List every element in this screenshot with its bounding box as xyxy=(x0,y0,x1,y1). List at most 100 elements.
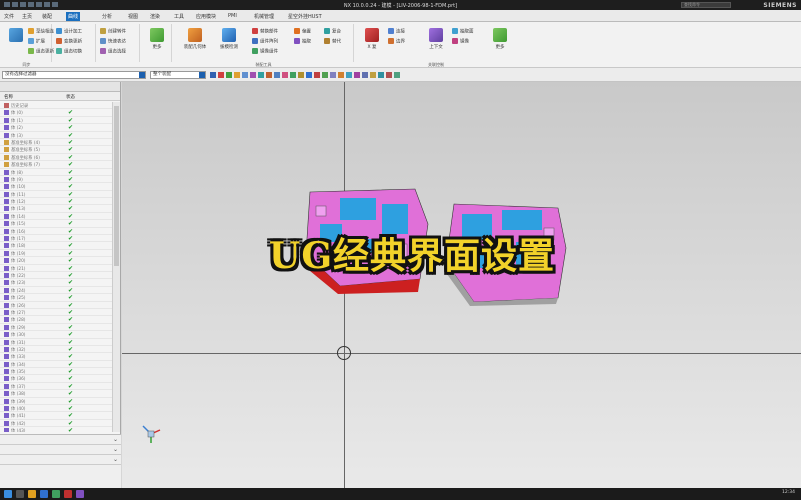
section-details[interactable]: ⌄ xyxy=(0,445,121,455)
tree-row[interactable]: 体 (43) ✔ xyxy=(0,427,112,432)
ribbon-item-2[interactable]: 组态更新 xyxy=(28,48,54,56)
taskbar-app-icon[interactable] xyxy=(64,490,72,498)
tree-row[interactable]: 体 (40) ✔ xyxy=(0,405,112,413)
tab-11[interactable]: 星空外挂HUST xyxy=(286,12,324,21)
ribbon-big-more[interactable]: 更多 xyxy=(488,28,512,50)
ribbon-item-5[interactable]: 组态切换 xyxy=(56,48,82,56)
taskbar-app-icon[interactable] xyxy=(28,490,36,498)
tree-row[interactable]: 体 (2) ✔ xyxy=(0,124,112,132)
ribbon-big-0[interactable]: 装配几何体 xyxy=(178,28,212,50)
tree-row[interactable]: 体 (18) ✔ xyxy=(0,242,112,250)
tree-row[interactable]: 体 (15) ✔ xyxy=(0,220,112,228)
taskbar-app-icon[interactable] xyxy=(16,490,24,498)
ribbon-item-19[interactable]: 镜像 xyxy=(452,38,469,46)
ribbon-item-4[interactable]: 变换更新 xyxy=(56,38,82,46)
taskbar-app-icon[interactable] xyxy=(76,490,84,498)
snap-icon[interactable] xyxy=(250,72,256,78)
tree-row[interactable]: 体 (21) ✔ xyxy=(0,265,112,272)
tab-6[interactable]: 渲染 xyxy=(148,12,162,21)
tree-row[interactable]: 基准坐标系 (6) ✔ xyxy=(0,154,112,162)
tab-2[interactable]: 装配 xyxy=(40,12,54,21)
tree-row[interactable]: 体 (23) ✔ xyxy=(0,279,112,287)
column-status[interactable]: 状态 xyxy=(66,94,75,100)
tab-3[interactable]: 曲线 xyxy=(66,12,81,21)
snap-icon[interactable] xyxy=(306,72,312,78)
ribbon-item-8[interactable]: 组态选择 xyxy=(100,48,126,56)
tree-row[interactable]: 体 (10) ✔ xyxy=(0,183,112,191)
ribbon-item-18[interactable]: 抽取面 xyxy=(452,28,474,36)
snap-icon[interactable] xyxy=(370,72,376,78)
type-filter-combo[interactable]: 没有选择过滤器 xyxy=(2,71,146,79)
tree-row[interactable]: 体 (19) ✔ xyxy=(0,250,112,258)
ribbon-item-3[interactable]: 设计加工 xyxy=(56,28,82,36)
tree-row[interactable]: 体 (0) ✔ xyxy=(0,109,112,117)
tab-4[interactable]: 分析 xyxy=(100,12,114,21)
more-button[interactable]: 更多 xyxy=(145,28,169,50)
tree-row[interactable]: 体 (3) ✔ xyxy=(0,132,112,139)
tree-row[interactable]: 体 (42) ✔ xyxy=(0,420,112,428)
tree-row[interactable]: 体 (9) ✔ xyxy=(0,176,112,184)
tree-row[interactable]: 体 (35) ✔ xyxy=(0,368,112,376)
ribbon-big-2[interactable]: X 复 xyxy=(360,28,384,50)
snap-icon[interactable] xyxy=(354,72,360,78)
snap-icons[interactable] xyxy=(210,72,402,79)
section-preview[interactable]: ⌄ xyxy=(0,455,121,465)
ribbon-item-7[interactable]: 快速表达 xyxy=(100,38,126,46)
tree-row[interactable]: 体 (39) ✔ xyxy=(0,398,112,406)
column-name[interactable]: 名称 xyxy=(4,94,13,100)
tree-row[interactable]: 体 (13) ✔ xyxy=(0,205,112,213)
tree-row[interactable]: 体 (41) ✔ xyxy=(0,412,112,420)
snap-icon[interactable] xyxy=(242,72,248,78)
snap-icon[interactable] xyxy=(290,72,296,78)
tree-row[interactable]: 体 (24) ✔ xyxy=(0,287,112,295)
snap-icon[interactable] xyxy=(210,72,216,78)
scrollbar-thumb[interactable] xyxy=(114,106,119,266)
taskbar-app-icon[interactable] xyxy=(40,490,48,498)
ribbon-big-3[interactable]: 上下文 xyxy=(424,28,448,50)
taskbar-app-icon[interactable] xyxy=(52,490,60,498)
ribbon-item-9[interactable]: 替换部件 xyxy=(252,28,278,36)
tree-row[interactable]: 历史记录 xyxy=(0,102,112,110)
tab-0[interactable]: 文件 xyxy=(2,12,16,21)
snap-icon[interactable] xyxy=(266,72,272,78)
snap-icon[interactable] xyxy=(322,72,328,78)
tree-row[interactable]: 基准坐标系 (5) ✔ xyxy=(0,146,112,154)
tree-row[interactable]: 体 (12) ✔ xyxy=(0,198,112,206)
tree-row[interactable]: 体 (16) ✔ xyxy=(0,228,112,236)
tree-row[interactable]: 体 (28) ✔ xyxy=(0,316,112,324)
tab-1[interactable]: 主页 xyxy=(20,12,34,21)
tree-row[interactable]: 体 (8) ✔ xyxy=(0,169,112,176)
snap-icon[interactable] xyxy=(274,72,280,78)
snap-icon[interactable] xyxy=(298,72,304,78)
ribbon-item-12[interactable]: 偏置 xyxy=(294,28,311,36)
tree-row[interactable]: 体 (37) ✔ xyxy=(0,383,112,391)
ribbon-item-13[interactable]: 抽取 xyxy=(294,38,311,46)
snap-icon[interactable] xyxy=(330,72,336,78)
tree-row[interactable]: 基准坐标系 (7) ✔ xyxy=(0,161,112,169)
tree-row[interactable]: 基准坐标系 (4) ✔ xyxy=(0,139,112,147)
snap-icon[interactable] xyxy=(378,72,384,78)
tree-row[interactable]: 体 (14) ✔ xyxy=(0,213,112,221)
tab-7[interactable]: 工具 xyxy=(172,12,186,21)
tree-row[interactable]: 体 (36) ✔ xyxy=(0,375,112,383)
tree-row[interactable]: 体 (31) ✔ xyxy=(0,339,112,346)
snap-icon[interactable] xyxy=(394,72,400,78)
tab-10[interactable]: 机械管理 xyxy=(252,12,276,21)
ribbon-item-17[interactable]: 边界 xyxy=(388,38,405,46)
tree-row[interactable]: 体 (26) ✔ xyxy=(0,302,112,309)
sync-big-button[interactable] xyxy=(4,28,28,44)
tab-9[interactable]: PMI xyxy=(226,12,239,21)
snap-icon[interactable] xyxy=(362,72,368,78)
tree-row[interactable]: 体 (38) ✔ xyxy=(0,390,112,398)
ribbon-item-11[interactable]: 镜像组件 xyxy=(252,48,278,56)
tree-row[interactable]: 体 (25) ✔ xyxy=(0,294,112,302)
snap-icon[interactable] xyxy=(258,72,264,78)
snap-icon[interactable] xyxy=(218,72,224,78)
ribbon-big-1[interactable]: 拔模检测 xyxy=(214,28,244,50)
tab-8[interactable]: 应用模块 xyxy=(194,12,218,21)
section-dependencies[interactable]: ⌄ xyxy=(0,435,121,445)
tree-row[interactable]: 体 (11) ✔ xyxy=(0,191,112,199)
ribbon-item-1[interactable]: 扩展 xyxy=(28,38,45,46)
snap-icon[interactable] xyxy=(338,72,344,78)
ribbon-item-0[interactable]: 草绘相连 xyxy=(28,28,54,36)
